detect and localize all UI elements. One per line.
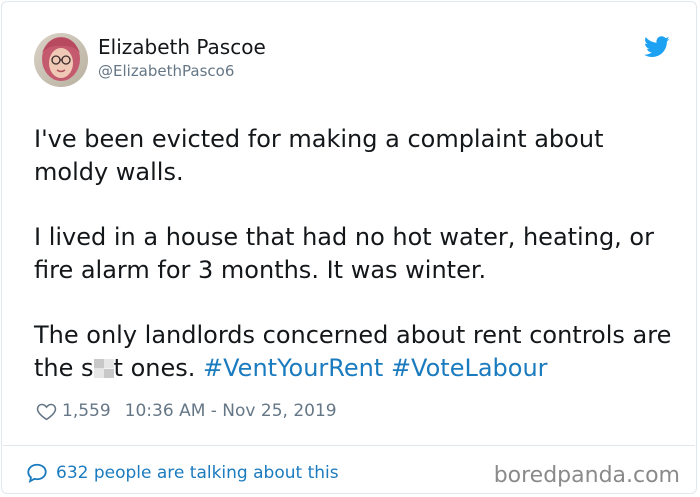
twitter-bird-icon[interactable]: [644, 36, 670, 58]
tweet-text-segment: t ones.: [113, 354, 196, 382]
author-display-name[interactable]: Elizabeth Pascoe: [98, 35, 266, 59]
censored-word-pixelation: [93, 359, 114, 378]
tweet-card: Elizabeth Pascoe @ElizabethPasco6 I've b…: [1, 1, 697, 494]
hashtag-link[interactable]: #VoteLabour: [391, 354, 548, 382]
heart-icon[interactable]: [36, 401, 57, 422]
hashtag-link[interactable]: #VentYourRent: [203, 354, 383, 382]
speech-bubble-icon: [27, 463, 47, 484]
tweet-body: I've been evicted for making a complaint…: [34, 123, 674, 417]
tweet-timestamp[interactable]: 10:36 AM - Nov 25, 2019: [125, 401, 337, 421]
tweet-paragraph: I lived in a house that had no hot water…: [34, 223, 654, 284]
talking-about-label: 632 people are talking about this: [56, 463, 339, 483]
like-count[interactable]: 1,559: [62, 401, 111, 421]
tweet-paragraph: I've been evicted for making a complaint…: [34, 125, 604, 186]
avatar[interactable]: [34, 33, 88, 87]
watermark-text: boredpanda.com: [493, 463, 680, 488]
divider: [3, 445, 695, 446]
tweet-paragraph: The only landlords concerned about rent …: [34, 319, 674, 385]
tweet-meta: 1,559 10:36 AM - Nov 25, 2019: [36, 399, 337, 423]
author-handle[interactable]: @ElizabethPasco6: [98, 62, 234, 80]
talking-about-link[interactable]: 632 people are talking about this: [26, 462, 339, 484]
